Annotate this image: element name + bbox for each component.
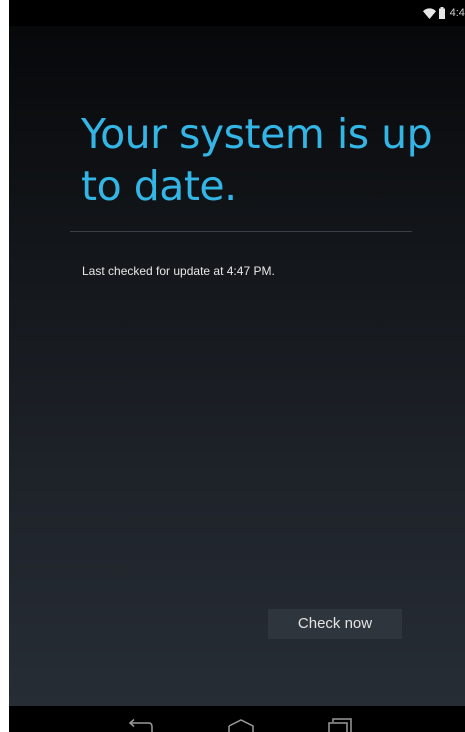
check-now-button[interactable]: Check now — [268, 609, 402, 639]
status-icons: 4:47 — [422, 6, 465, 20]
battery-icon — [438, 7, 445, 19]
home-icon[interactable] — [227, 718, 255, 732]
navigation-bar — [9, 706, 465, 732]
wifi-icon — [422, 7, 436, 19]
last-checked-text: Last checked for update at 4:47 PM. — [82, 264, 275, 278]
status-bar: 4:47 — [9, 0, 465, 26]
system-update-panel: Your system is up to date. Last checked … — [9, 26, 465, 706]
device-screen: 4:47 Your system is up to date. Last che… — [9, 0, 465, 732]
divider — [70, 231, 412, 232]
status-clock: 4:47 — [449, 7, 465, 19]
page-title: Your system is up to date. — [81, 110, 433, 210]
recent-apps-icon[interactable] — [327, 718, 353, 732]
back-icon[interactable] — [127, 718, 153, 732]
